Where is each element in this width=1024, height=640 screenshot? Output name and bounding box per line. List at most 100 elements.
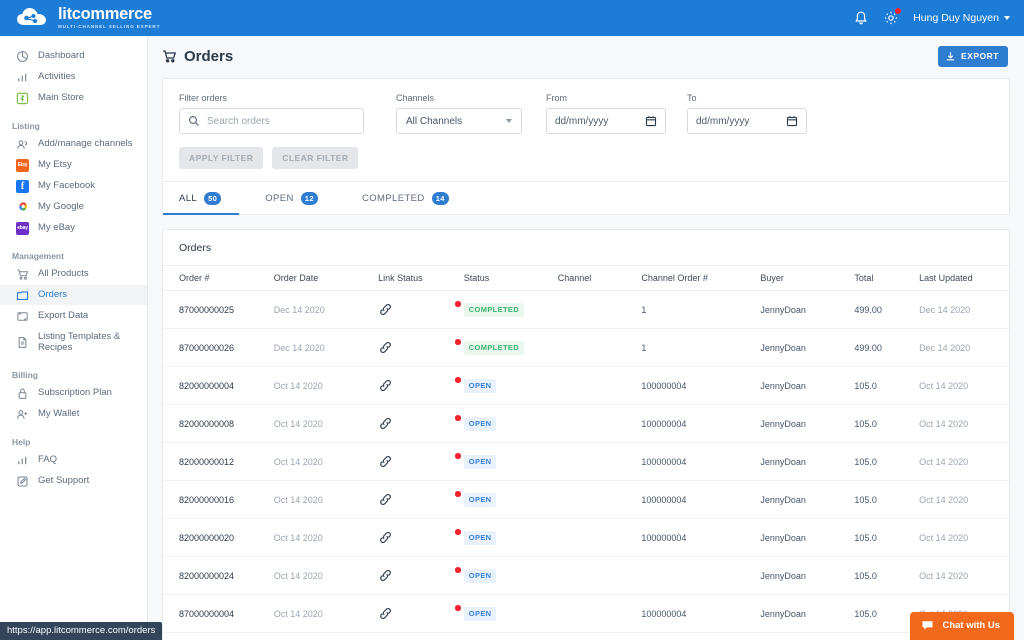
column-header-last-updated[interactable]: Last Updated — [919, 266, 1009, 291]
chain-link-icon[interactable] — [378, 606, 460, 621]
column-header-order-date[interactable]: Order Date — [274, 266, 378, 291]
filter-orders-field: Filter orders — [179, 93, 364, 134]
from-date-field: From dd/mm/yyyy — [546, 93, 666, 134]
table-row[interactable]: 82000000004Oct 14 2020OPEN100000004Jenny… — [163, 367, 1009, 405]
cell-last-updated: Oct 14 2020 — [919, 481, 1009, 519]
chain-link-icon[interactable] — [378, 492, 460, 507]
table-row[interactable]: 82000000012Oct 14 2020OPEN100000004Jenny… — [163, 443, 1009, 481]
cell-order-date: Dec 14 2020 — [274, 329, 378, 367]
chain-link-icon[interactable] — [378, 454, 460, 469]
table-row[interactable]: 87000000026Dec 14 2020COMPLETED1JennyDoa… — [163, 329, 1009, 367]
column-header-buyer[interactable]: Buyer — [760, 266, 854, 291]
cell-total: 499.00 — [854, 329, 919, 367]
cell-total: 105.0 — [854, 519, 919, 557]
edit-icon — [16, 475, 29, 488]
cell-order-number[interactable]: 82000000008 — [163, 405, 274, 443]
sidebar-group-help: Help — [0, 437, 147, 450]
channels-select[interactable]: All Channels — [396, 108, 522, 134]
bell-icon[interactable] — [853, 10, 869, 26]
sidebar-item-my-wallet[interactable]: My Wallet — [0, 404, 147, 424]
chain-link-icon[interactable] — [378, 530, 460, 545]
cell-order-date: Oct 14 2020 — [274, 443, 378, 481]
chain-link-icon[interactable] — [378, 568, 460, 583]
gear-icon[interactable] — [883, 10, 899, 26]
table-row[interactable]: 82000000020Oct 14 2020OPEN100000004Jenny… — [163, 519, 1009, 557]
chevron-down-icon — [506, 119, 512, 123]
sidebar-item-listing-templates-recipes[interactable]: Listing Templates & Recipes — [0, 327, 147, 357]
sidebar-item-get-support[interactable]: Get Support — [0, 471, 147, 491]
cell-order-number[interactable]: 82000000004 — [163, 367, 274, 405]
apply-filter-button[interactable]: APPLY FILTER — [179, 147, 263, 169]
filter-actions: APPLY FILTER CLEAR FILTER — [179, 147, 993, 169]
cell-buyer: JennyDoan — [760, 443, 854, 481]
column-header-link-status[interactable]: Link Status — [378, 266, 464, 291]
sidebar-item-orders[interactable]: Orders — [0, 285, 147, 305]
store-icon — [16, 92, 29, 105]
channels-selected-value: All Channels — [406, 116, 462, 127]
sidebar-item-my-etsy[interactable]: Etsy My Etsy — [0, 155, 147, 175]
sidebar-navigation: Dashboard Activities Main Store Listing — [0, 36, 148, 640]
to-date-input[interactable]: dd/mm/yyyy — [687, 108, 807, 134]
tab-all[interactable]: ALL 50 — [179, 182, 221, 215]
table-row[interactable]: 87000000025Dec 14 2020COMPLETED1JennyDoa… — [163, 291, 1009, 329]
channels-label: Channels — [396, 93, 522, 103]
chain-link-icon[interactable] — [378, 302, 460, 317]
clear-filter-button[interactable]: CLEAR FILTER — [272, 147, 358, 169]
tab-label: ALL — [179, 193, 197, 204]
chat-with-us-widget[interactable]: Chat with Us — [910, 612, 1014, 640]
calendar-icon[interactable] — [786, 115, 798, 127]
link-alert-dot — [455, 415, 461, 421]
table-row[interactable]: 82000000008Oct 14 2020OPEN100000004Jenny… — [163, 405, 1009, 443]
column-header-channel[interactable]: Channel — [558, 266, 642, 291]
chain-link-icon[interactable] — [378, 378, 460, 393]
table-row[interactable]: 87000000008Oct 14 2020OPEN100000004Jenny… — [163, 633, 1009, 640]
cell-order-number[interactable]: 87000000026 — [163, 329, 274, 367]
cell-order-number[interactable]: 87000000004 — [163, 595, 274, 633]
cell-order-number[interactable]: 82000000012 — [163, 443, 274, 481]
sidebar-item-activities[interactable]: Activities — [0, 67, 147, 87]
search-input[interactable] — [207, 116, 355, 127]
sidebar-item-subscription-plan[interactable]: Subscription Plan — [0, 383, 147, 403]
sidebar-item-main-store[interactable]: Main Store — [0, 88, 147, 108]
export-button[interactable]: EXPORT — [938, 46, 1008, 67]
sidebar-item-label: My Google — [38, 201, 84, 212]
column-header-channel-order[interactable]: Channel Order # — [641, 266, 760, 291]
orders-table-card: Orders Order # Order Date Link Status St… — [162, 229, 1010, 640]
cell-status: OPEN — [464, 443, 558, 481]
cell-order-number[interactable]: 82000000020 — [163, 519, 274, 557]
cell-order-number[interactable]: 82000000024 — [163, 557, 274, 595]
search-input-wrapper[interactable] — [179, 108, 364, 134]
sidebar-item-label: FAQ — [38, 454, 57, 465]
sidebar-item-label: Orders — [38, 289, 67, 300]
sidebar-item-all-products[interactable]: All Products — [0, 264, 147, 284]
cell-order-number[interactable]: 82000000016 — [163, 481, 274, 519]
table-row[interactable]: 87000000004Oct 14 2020OPEN100000004Jenny… — [163, 595, 1009, 633]
table-row[interactable]: 82000000024Oct 14 2020OPENJennyDoan105.0… — [163, 557, 1009, 595]
sidebar-item-my-facebook[interactable]: f My Facebook — [0, 176, 147, 196]
cell-order-number[interactable]: 87000000025 — [163, 291, 274, 329]
table-row[interactable]: 82000000016Oct 14 2020OPEN100000004Jenny… — [163, 481, 1009, 519]
sidebar-item-my-google[interactable]: My Google — [0, 197, 147, 217]
column-header-status[interactable]: Status — [464, 266, 558, 291]
calendar-icon[interactable] — [645, 115, 657, 127]
chain-link-icon[interactable] — [378, 416, 460, 431]
sidebar-item-add-manage-channels[interactable]: Add/manage channels — [0, 134, 147, 154]
column-header-total[interactable]: Total — [854, 266, 919, 291]
column-header-order[interactable]: Order # — [163, 266, 274, 291]
sidebar-item-faq[interactable]: FAQ — [0, 450, 147, 470]
status-badge: COMPLETED — [464, 341, 524, 355]
status-badge: OPEN — [464, 607, 497, 621]
sidebar-item-export-data[interactable]: Export Data — [0, 306, 147, 326]
filter-panel: Filter orders Channels All Channels — [162, 78, 1010, 182]
app-logo[interactable]: litcommerce MULTI-CHANNEL SELLING EXPERT — [0, 6, 160, 29]
sidebar-item-dashboard[interactable]: Dashboard — [0, 46, 147, 66]
chain-link-icon[interactable] — [378, 340, 460, 355]
cell-status: OPEN — [464, 367, 558, 405]
user-menu[interactable]: Hung Duy Nguyen — [913, 12, 1010, 24]
tab-open[interactable]: OPEN 12 — [265, 182, 318, 215]
tab-completed[interactable]: COMPLETED 14 — [362, 182, 449, 215]
cell-order-number[interactable]: 87000000008 — [163, 633, 274, 640]
from-date-input[interactable]: dd/mm/yyyy — [546, 108, 666, 134]
sidebar-item-my-ebay[interactable]: ebay My eBay — [0, 218, 147, 238]
page-header: Orders EXPORT — [148, 40, 1024, 72]
